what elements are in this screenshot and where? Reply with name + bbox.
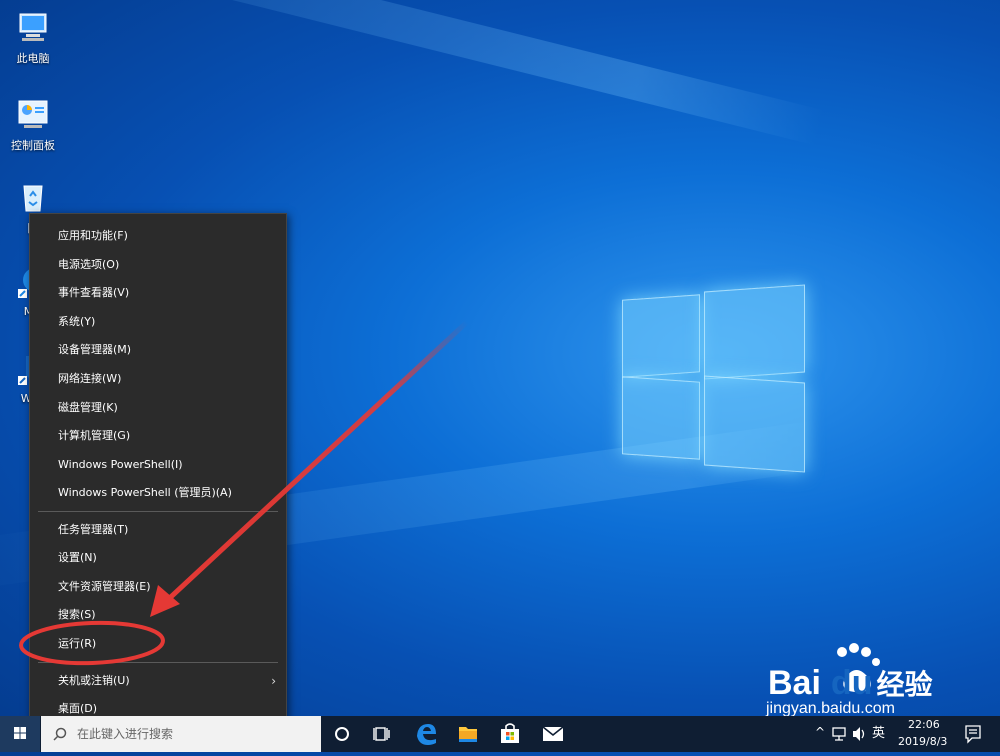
menu-separator: [38, 662, 278, 663]
menu-separator: [38, 511, 278, 512]
menu-item-powershell[interactable]: Windows PowerShell(I): [30, 451, 286, 479]
chevron-right-icon: ›: [271, 674, 276, 688]
folder-icon: [459, 727, 477, 742]
search-icon: [53, 727, 67, 741]
task-view-icon: [373, 727, 390, 741]
menu-item-run[interactable]: 运行(R): [30, 630, 286, 658]
menu-item-system[interactable]: 系统(Y): [30, 308, 286, 336]
desktop-icon-control-panel[interactable]: 控制面板: [6, 97, 60, 153]
baidu-jingyan-watermark: Bai du 经验 jingyan.baidu.com: [766, 640, 996, 717]
network-icon: [832, 727, 846, 741]
network-tray-button[interactable]: [830, 716, 848, 752]
clock-button[interactable]: 22:06 2019/8/3: [898, 716, 948, 752]
notification-icon: [965, 725, 981, 744]
watermark-brand-du: du: [830, 664, 873, 702]
menu-item-search[interactable]: 搜索(S): [30, 601, 286, 629]
menu-item-device-manager[interactable]: 设备管理器(M): [30, 336, 286, 364]
menu-item-network-connections[interactable]: 网络连接(W): [30, 365, 286, 393]
windows-start-icon: [14, 727, 26, 739]
windows-logo-wallpaper: [622, 283, 805, 473]
desktop-icon-label: 控制面板: [11, 139, 55, 152]
menu-item-computer-management[interactable]: 计算机管理(G): [30, 422, 286, 450]
menu-item-label: 关机或注销(U): [58, 674, 130, 687]
taskbar-edge-button[interactable]: [406, 716, 446, 752]
menu-item-file-explorer[interactable]: 文件资源管理器(E): [30, 573, 286, 601]
menu-item-event-viewer[interactable]: 事件查看器(V): [30, 279, 286, 307]
this-pc-icon: [19, 13, 47, 41]
watermark-brand: Bai: [768, 664, 821, 702]
clock-time: 22:06: [908, 718, 940, 731]
ime-language-button[interactable]: 英: [872, 716, 892, 752]
chevron-up-icon: ^: [815, 725, 826, 739]
clock-date: 2019/8/3: [898, 735, 948, 748]
taskbar-search-box[interactable]: 在此键入进行搜索: [41, 716, 321, 752]
action-center-button[interactable]: [958, 716, 988, 752]
recycle-bin-icon: [23, 185, 43, 212]
edge-icon: [417, 724, 436, 745]
menu-item-apps-features[interactable]: 应用和功能(F): [30, 222, 286, 250]
mail-envelope-icon: [542, 726, 564, 741]
cortana-circle-icon: [335, 727, 349, 741]
taskbar-file-explorer-button[interactable]: [448, 716, 488, 752]
watermark-brand-cn: 经验: [876, 669, 933, 700]
taskbar: 在此键入进行搜索 ^ 英 22:06 2019/8/3: [0, 716, 1000, 752]
volume-tray-button[interactable]: [850, 716, 868, 752]
menu-item-power-options[interactable]: 电源选项(O): [30, 251, 286, 279]
desktop-icon-label: 此电脑: [16, 52, 50, 65]
winx-context-menu: 应用和功能(F) 电源选项(O) 事件查看器(V) 系统(Y) 设备管理器(M)…: [29, 213, 287, 723]
desktop-icon-this-pc[interactable]: 此电脑: [6, 10, 60, 66]
wallpaper-light-beam: [0, 0, 825, 146]
taskbar-store-button[interactable]: [490, 716, 530, 752]
control-panel-icon: [18, 100, 48, 128]
task-view-button[interactable]: [362, 716, 402, 752]
tray-overflow-button[interactable]: ^: [812, 716, 828, 752]
search-placeholder: 在此键入进行搜索: [77, 727, 174, 741]
menu-item-task-manager[interactable]: 任务管理器(T): [30, 516, 286, 544]
menu-item-shutdown-signout[interactable]: 关机或注销(U) ›: [30, 667, 286, 695]
store-bag-icon: [501, 723, 519, 743]
menu-item-disk-management[interactable]: 磁盘管理(K): [30, 394, 286, 422]
menu-item-settings[interactable]: 设置(N): [30, 544, 286, 572]
volume-icon: [853, 727, 865, 741]
menu-item-powershell-admin[interactable]: Windows PowerShell (管理员)(A): [30, 479, 286, 507]
taskbar-mail-button[interactable]: [533, 716, 573, 752]
start-button[interactable]: [0, 716, 40, 752]
cortana-button[interactable]: [322, 716, 362, 752]
